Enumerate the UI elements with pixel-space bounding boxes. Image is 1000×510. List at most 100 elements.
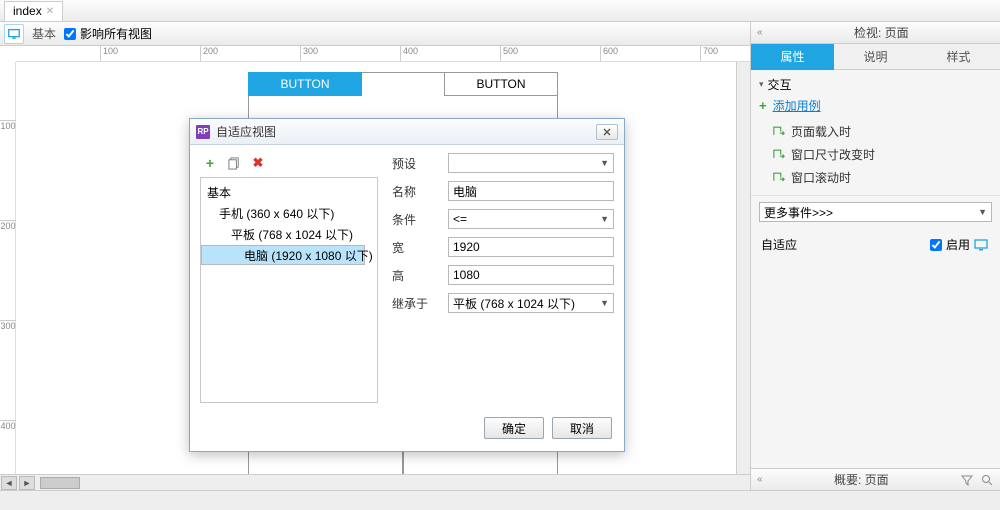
inspector-panel: « 检视: 页面 属性 说明 样式 ▾ 交互 + 添加用例 页面载入时 窗口尺寸 bbox=[750, 22, 1000, 490]
adaptive-row: 自适应 启用 bbox=[751, 228, 1000, 261]
interaction-section: ▾ 交互 + 添加用例 页面载入时 窗口尺寸改变时 窗口滚动时 bbox=[751, 70, 1000, 196]
event-window-scroll[interactable]: 窗口滚动时 bbox=[759, 166, 992, 189]
inspector-header: « 检视: 页面 bbox=[751, 22, 1000, 44]
preset-label: 预设 bbox=[392, 155, 448, 172]
canvas-button-label: BUTTON bbox=[280, 77, 329, 91]
chevron-down-icon: ▼ bbox=[600, 158, 609, 168]
preset-select[interactable]: ▼ bbox=[448, 153, 614, 173]
adaptive-enable-label: 启用 bbox=[946, 236, 970, 253]
monitor-icon bbox=[974, 239, 990, 251]
inherit-select[interactable]: 平板 (768 x 1024 以下) ▼ bbox=[448, 293, 614, 313]
delete-view-button[interactable]: ✖ bbox=[250, 155, 266, 171]
inherit-value: 平板 (768 x 1024 以下) bbox=[453, 295, 575, 312]
event-label: 窗口滚动时 bbox=[791, 169, 851, 186]
ruler-horizontal: 100 200 300 400 500 600 700 800 bbox=[16, 46, 750, 62]
interaction-header[interactable]: ▾ 交互 bbox=[759, 76, 992, 93]
scroll-right-arrow[interactable]: ► bbox=[19, 476, 35, 490]
more-events-select[interactable]: 更多事件>>> ▼ bbox=[759, 202, 992, 222]
status-bar bbox=[0, 490, 1000, 510]
tree-item-tablet[interactable]: 平板 (768 x 1024 以下) bbox=[201, 224, 377, 245]
name-label: 名称 bbox=[392, 183, 448, 200]
dialog-titlebar[interactable]: RP 自适应视图 bbox=[190, 119, 624, 145]
tree-item-phone[interactable]: 手机 (360 x 640 以下) bbox=[201, 203, 377, 224]
view-list-toolbar: + ✖ bbox=[200, 153, 378, 177]
event-label: 窗口尺寸改变时 bbox=[791, 146, 875, 163]
chevron-down-icon: ▼ bbox=[978, 207, 987, 217]
document-tab-index[interactable]: index ✕ bbox=[4, 1, 63, 21]
condition-label: 条件 bbox=[392, 211, 448, 228]
collapse-icon[interactable]: « bbox=[757, 474, 763, 485]
dialog-title-text: 自适应视图 bbox=[216, 123, 590, 140]
canvas-button-secondary[interactable]: BUTTON bbox=[444, 72, 558, 96]
viewport-icon-button[interactable] bbox=[4, 24, 24, 44]
height-input[interactable] bbox=[448, 265, 614, 285]
event-icon bbox=[773, 173, 785, 183]
search-icon[interactable] bbox=[980, 473, 994, 487]
view-form: 预设 ▼ 名称 条件 <=▼ 宽 bbox=[392, 153, 614, 403]
scroll-thumb[interactable] bbox=[40, 477, 80, 489]
width-label: 宽 bbox=[392, 239, 448, 256]
adaptive-views-dialog: RP 自适应视图 + ✖ 基本 手机 bbox=[189, 118, 625, 452]
tab-notes[interactable]: 说明 bbox=[834, 44, 917, 70]
interaction-header-label: 交互 bbox=[768, 76, 792, 93]
document-tabbar: index ✕ bbox=[0, 0, 1000, 22]
width-input[interactable] bbox=[448, 237, 614, 257]
add-case-button[interactable]: + 添加用例 bbox=[759, 97, 992, 114]
views-tree[interactable]: 基本 手机 (360 x 640 以下) 平板 (768 x 1024 以下) … bbox=[200, 177, 378, 403]
ruler-tick: 200 bbox=[0, 220, 16, 231]
affect-all-views-label: 影响所有视图 bbox=[80, 25, 152, 42]
canvas-button-primary[interactable]: BUTTON bbox=[248, 72, 362, 96]
adaptive-label: 自适应 bbox=[761, 236, 797, 253]
duplicate-view-button[interactable] bbox=[226, 155, 242, 171]
tab-properties[interactable]: 属性 bbox=[751, 44, 834, 70]
collapse-icon[interactable]: « bbox=[757, 27, 763, 38]
inspector-tabs: 属性 说明 样式 bbox=[751, 44, 1000, 70]
toolbar-base-label: 基本 bbox=[32, 25, 56, 42]
close-icon[interactable]: ✕ bbox=[46, 6, 54, 17]
canvas-vertical-scrollbar[interactable] bbox=[736, 62, 750, 474]
dialog-close-button[interactable] bbox=[596, 124, 618, 140]
cancel-button[interactable]: 取消 bbox=[552, 417, 612, 439]
condition-select[interactable]: <=▼ bbox=[448, 209, 614, 229]
adaptive-enable-input[interactable] bbox=[930, 239, 942, 251]
more-events-row: 更多事件>>> ▼ bbox=[759, 202, 992, 222]
tree-item-desktop[interactable]: 电脑 (1920 x 1080 以下) bbox=[201, 245, 365, 265]
cancel-label: 取消 bbox=[570, 420, 594, 437]
canvas-horizontal-scrollbar[interactable]: ◄ ► bbox=[0, 474, 750, 490]
tab-label: 样式 bbox=[946, 48, 970, 65]
ruler-vertical: 100 200 300 400 bbox=[0, 62, 16, 474]
outline-title: 概要: 页面 bbox=[769, 471, 954, 488]
scroll-left-arrow[interactable]: ◄ bbox=[1, 476, 17, 490]
ruler-tick: 100 bbox=[0, 120, 16, 131]
ruler-tick: 400 bbox=[400, 46, 418, 62]
event-icon bbox=[773, 127, 785, 137]
filter-icon[interactable] bbox=[960, 473, 974, 487]
event-label: 页面载入时 bbox=[791, 123, 851, 140]
tab-style[interactable]: 样式 bbox=[917, 44, 1000, 70]
canvas-toolbar: 基本 影响所有视图 bbox=[0, 22, 750, 46]
event-page-load[interactable]: 页面载入时 bbox=[759, 120, 992, 143]
height-label: 高 bbox=[392, 267, 448, 284]
adaptive-enable-checkbox[interactable]: 启用 bbox=[930, 236, 990, 253]
ruler-tick: 700 bbox=[700, 46, 718, 62]
inspector-title: 检视: 页面 bbox=[769, 24, 994, 41]
chevron-down-icon: ▼ bbox=[600, 214, 609, 224]
ok-button[interactable]: 确定 bbox=[484, 417, 544, 439]
tab-label: index bbox=[13, 4, 42, 18]
event-window-resize[interactable]: 窗口尺寸改变时 bbox=[759, 143, 992, 166]
affect-all-views-checkbox[interactable]: 影响所有视图 bbox=[64, 25, 152, 42]
add-view-button[interactable]: + bbox=[202, 155, 218, 171]
chevron-down-icon: ▼ bbox=[600, 298, 609, 308]
ruler-tick: 100 bbox=[100, 46, 118, 62]
ruler-tick: 400 bbox=[0, 420, 16, 431]
ruler-tick: 600 bbox=[600, 46, 618, 62]
ruler-tick: 200 bbox=[200, 46, 218, 62]
ruler-tick: 300 bbox=[0, 320, 16, 331]
affect-all-views-input[interactable] bbox=[64, 28, 76, 40]
add-case-label: 添加用例 bbox=[773, 97, 821, 114]
tab-label: 说明 bbox=[863, 48, 887, 65]
tree-root[interactable]: 基本 bbox=[201, 182, 377, 203]
outline-header: « 概要: 页面 bbox=[751, 468, 1000, 490]
ruler-tick: 500 bbox=[500, 46, 518, 62]
name-input[interactable] bbox=[448, 181, 614, 201]
